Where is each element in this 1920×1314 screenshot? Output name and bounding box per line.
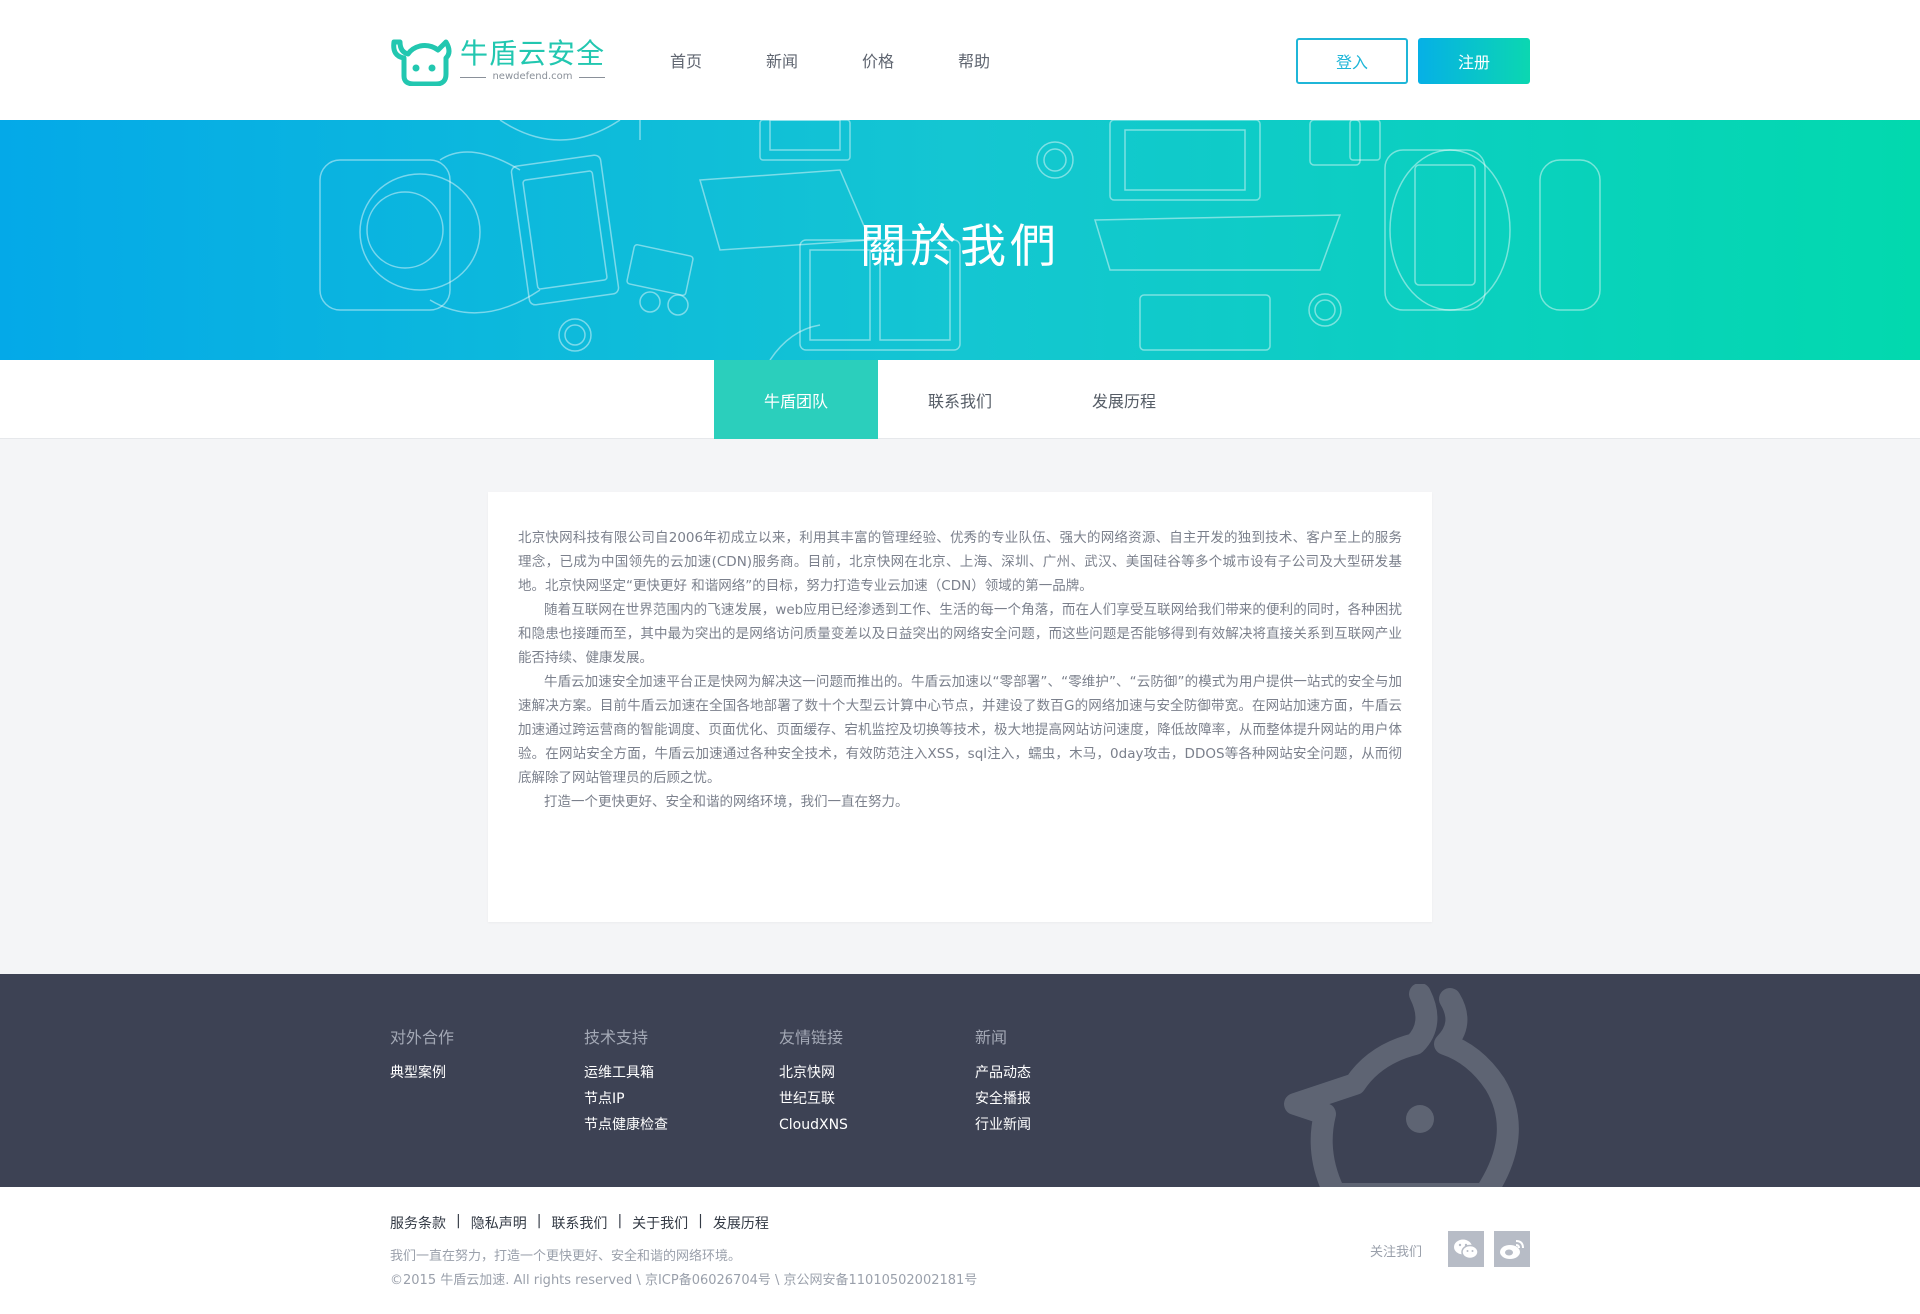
logo-domain: newdefend.com [460,70,606,84]
footer-link[interactable]: 节点健康检查 [584,1112,668,1138]
login-button[interactable]: 登入 [1296,38,1408,84]
footer-column-support: 技术支持 运维工具箱 节点IP 节点健康检查 [584,1024,668,1138]
footer-link[interactable]: 运维工具箱 [584,1060,668,1086]
nav-pricing[interactable]: 价格 [862,48,894,72]
footer-column-title: 新闻 [975,1028,1008,1047]
footer-column-title: 对外合作 [390,1028,455,1047]
tab-contact[interactable]: 联系我们 [878,360,1042,439]
bottom-bar: 服务条款 | 隐私声明 | 联系我们 | 关于我们 | 发展历程 我们一直在努力… [0,1187,1920,1314]
nav-news[interactable]: 新闻 [766,48,798,72]
logo-name: 牛盾云安全 [460,37,606,70]
about-card: 北京快网科技有限公司自2006年初成立以来，利用其丰富的管理经验、优秀的专业队伍… [488,492,1432,922]
site-header: 牛盾云安全 newdefend.com 首页 新闻 价格 帮助 登入 注册 [0,0,1920,120]
bull-logo-icon [391,39,452,86]
link-separator: | [456,1213,461,1229]
weibo-icon[interactable] [1494,1231,1530,1267]
footer-link[interactable]: 安全播报 [975,1086,1031,1112]
link-privacy[interactable]: 隐私声明 [471,1213,527,1233]
footer-column-title: 技术支持 [584,1028,649,1047]
nav-help[interactable]: 帮助 [958,48,990,72]
link-separator: | [698,1213,703,1229]
link-terms[interactable]: 服务条款 [390,1213,446,1233]
footer-link[interactable]: 行业新闻 [975,1112,1031,1138]
about-paragraph: 随着互联网在世界范围内的飞速发展，web应用已经渗透到工作、生活的每一个角落，而… [518,602,1402,666]
footer-slogan: 我们一直在努力，打造一个更快更好、安全和谐的网络环境。 [390,1249,742,1264]
main-nav: 首页 新闻 价格 帮助 [670,48,1054,72]
footer-column-partners: 对外合作 典型案例 [390,1024,454,1086]
follow-us-label: 关注我们 [1370,1245,1423,1260]
footer-column-title: 友情链接 [779,1028,844,1047]
register-button[interactable]: 注册 [1418,38,1530,84]
bull-watermark-icon [1284,984,1519,1187]
footer-link[interactable]: 世纪互联 [779,1086,848,1112]
footer-link[interactable]: 节点IP [584,1086,668,1112]
page-title: 關於我們 [860,219,1060,273]
footer-column-news: 新闻 产品动态 安全播报 行业新闻 [975,1024,1031,1138]
page-banner: 關於我們 [0,120,1920,360]
link-about[interactable]: 关于我们 [632,1213,688,1233]
link-history[interactable]: 发展历程 [713,1213,769,1233]
site-logo[interactable]: 牛盾云安全 newdefend.com [390,36,606,86]
about-paragraph: 牛盾云加速安全加速平台正是快网为解决这一问题而推出的。牛盾云加速以“零部署”、“… [518,674,1402,786]
about-paragraph: 打造一个更快更好、安全和谐的网络环境，我们一直在努力。 [544,794,909,810]
about-paragraph: 北京快网科技有限公司自2006年初成立以来，利用其丰富的管理经验、优秀的专业队伍… [518,530,1402,594]
tab-team[interactable]: 牛盾团队 [714,360,878,439]
link-contact[interactable]: 联系我们 [551,1213,607,1233]
wechat-icon[interactable] [1448,1231,1484,1267]
nav-home[interactable]: 首页 [670,48,702,72]
legal-links: 服务条款 | 隐私声明 | 联系我们 | 关于我们 | 发展历程 [390,1213,769,1233]
site-footer: 对外合作 典型案例 技术支持 运维工具箱 节点IP 节点健康检查 友情链接 北京… [0,974,1920,1187]
footer-link[interactable]: CloudXNS [779,1112,848,1138]
footer-link[interactable]: 产品动态 [975,1060,1031,1086]
footer-column-friend-links: 友情链接 北京快网 世纪互联 CloudXNS [779,1024,848,1138]
copyright-text: ©2015 牛盾云加速. All rights reserved \ 京ICP备… [390,1273,978,1288]
main-content: 北京快网科技有限公司自2006年初成立以来，利用其丰富的管理经验、优秀的专业队伍… [0,439,1920,974]
link-separator: | [617,1213,623,1229]
footer-link[interactable]: 北京快网 [779,1060,848,1086]
tab-history[interactable]: 发展历程 [1042,360,1206,439]
link-separator: | [536,1213,542,1229]
footer-link[interactable]: 典型案例 [390,1060,454,1086]
about-tabs: 牛盾团队 联系我们 发展历程 [0,360,1920,439]
